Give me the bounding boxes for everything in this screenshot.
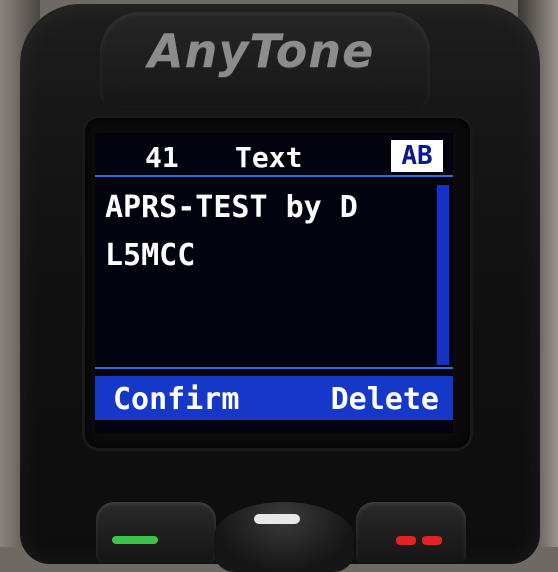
menu-title: Text <box>235 141 303 174</box>
brand-logo: AnyTone <box>148 24 375 78</box>
red-indicator-icon <box>396 536 416 545</box>
softkey-bar: Confirm Delete <box>95 376 453 420</box>
confirm-softkey[interactable]: Confirm <box>113 382 239 417</box>
red-indicator-icon <box>422 536 442 545</box>
white-indicator-icon <box>254 514 300 524</box>
center-nav-button[interactable] <box>214 502 354 572</box>
message-line-1[interactable]: APRS-TEST by D <box>105 190 358 225</box>
header-divider <box>95 175 453 177</box>
footer-divider <box>95 367 453 369</box>
hardware-button-row <box>0 470 558 572</box>
menu-number: 41 <box>145 141 179 174</box>
scrollbar-thumb[interactable] <box>437 185 449 365</box>
input-mode-badge: AB <box>391 140 443 172</box>
message-line-2[interactable]: L5MCC <box>105 238 195 273</box>
green-indicator-icon <box>112 536 158 544</box>
delete-softkey[interactable]: Delete <box>331 382 439 417</box>
left-softkey-button[interactable] <box>96 502 216 562</box>
right-softkey-button[interactable] <box>356 502 466 562</box>
lcd-screen: 41 Text AB APRS-TEST by D L5MCC Confirm … <box>95 133 453 433</box>
screen-header: 41 Text AB <box>95 133 453 175</box>
